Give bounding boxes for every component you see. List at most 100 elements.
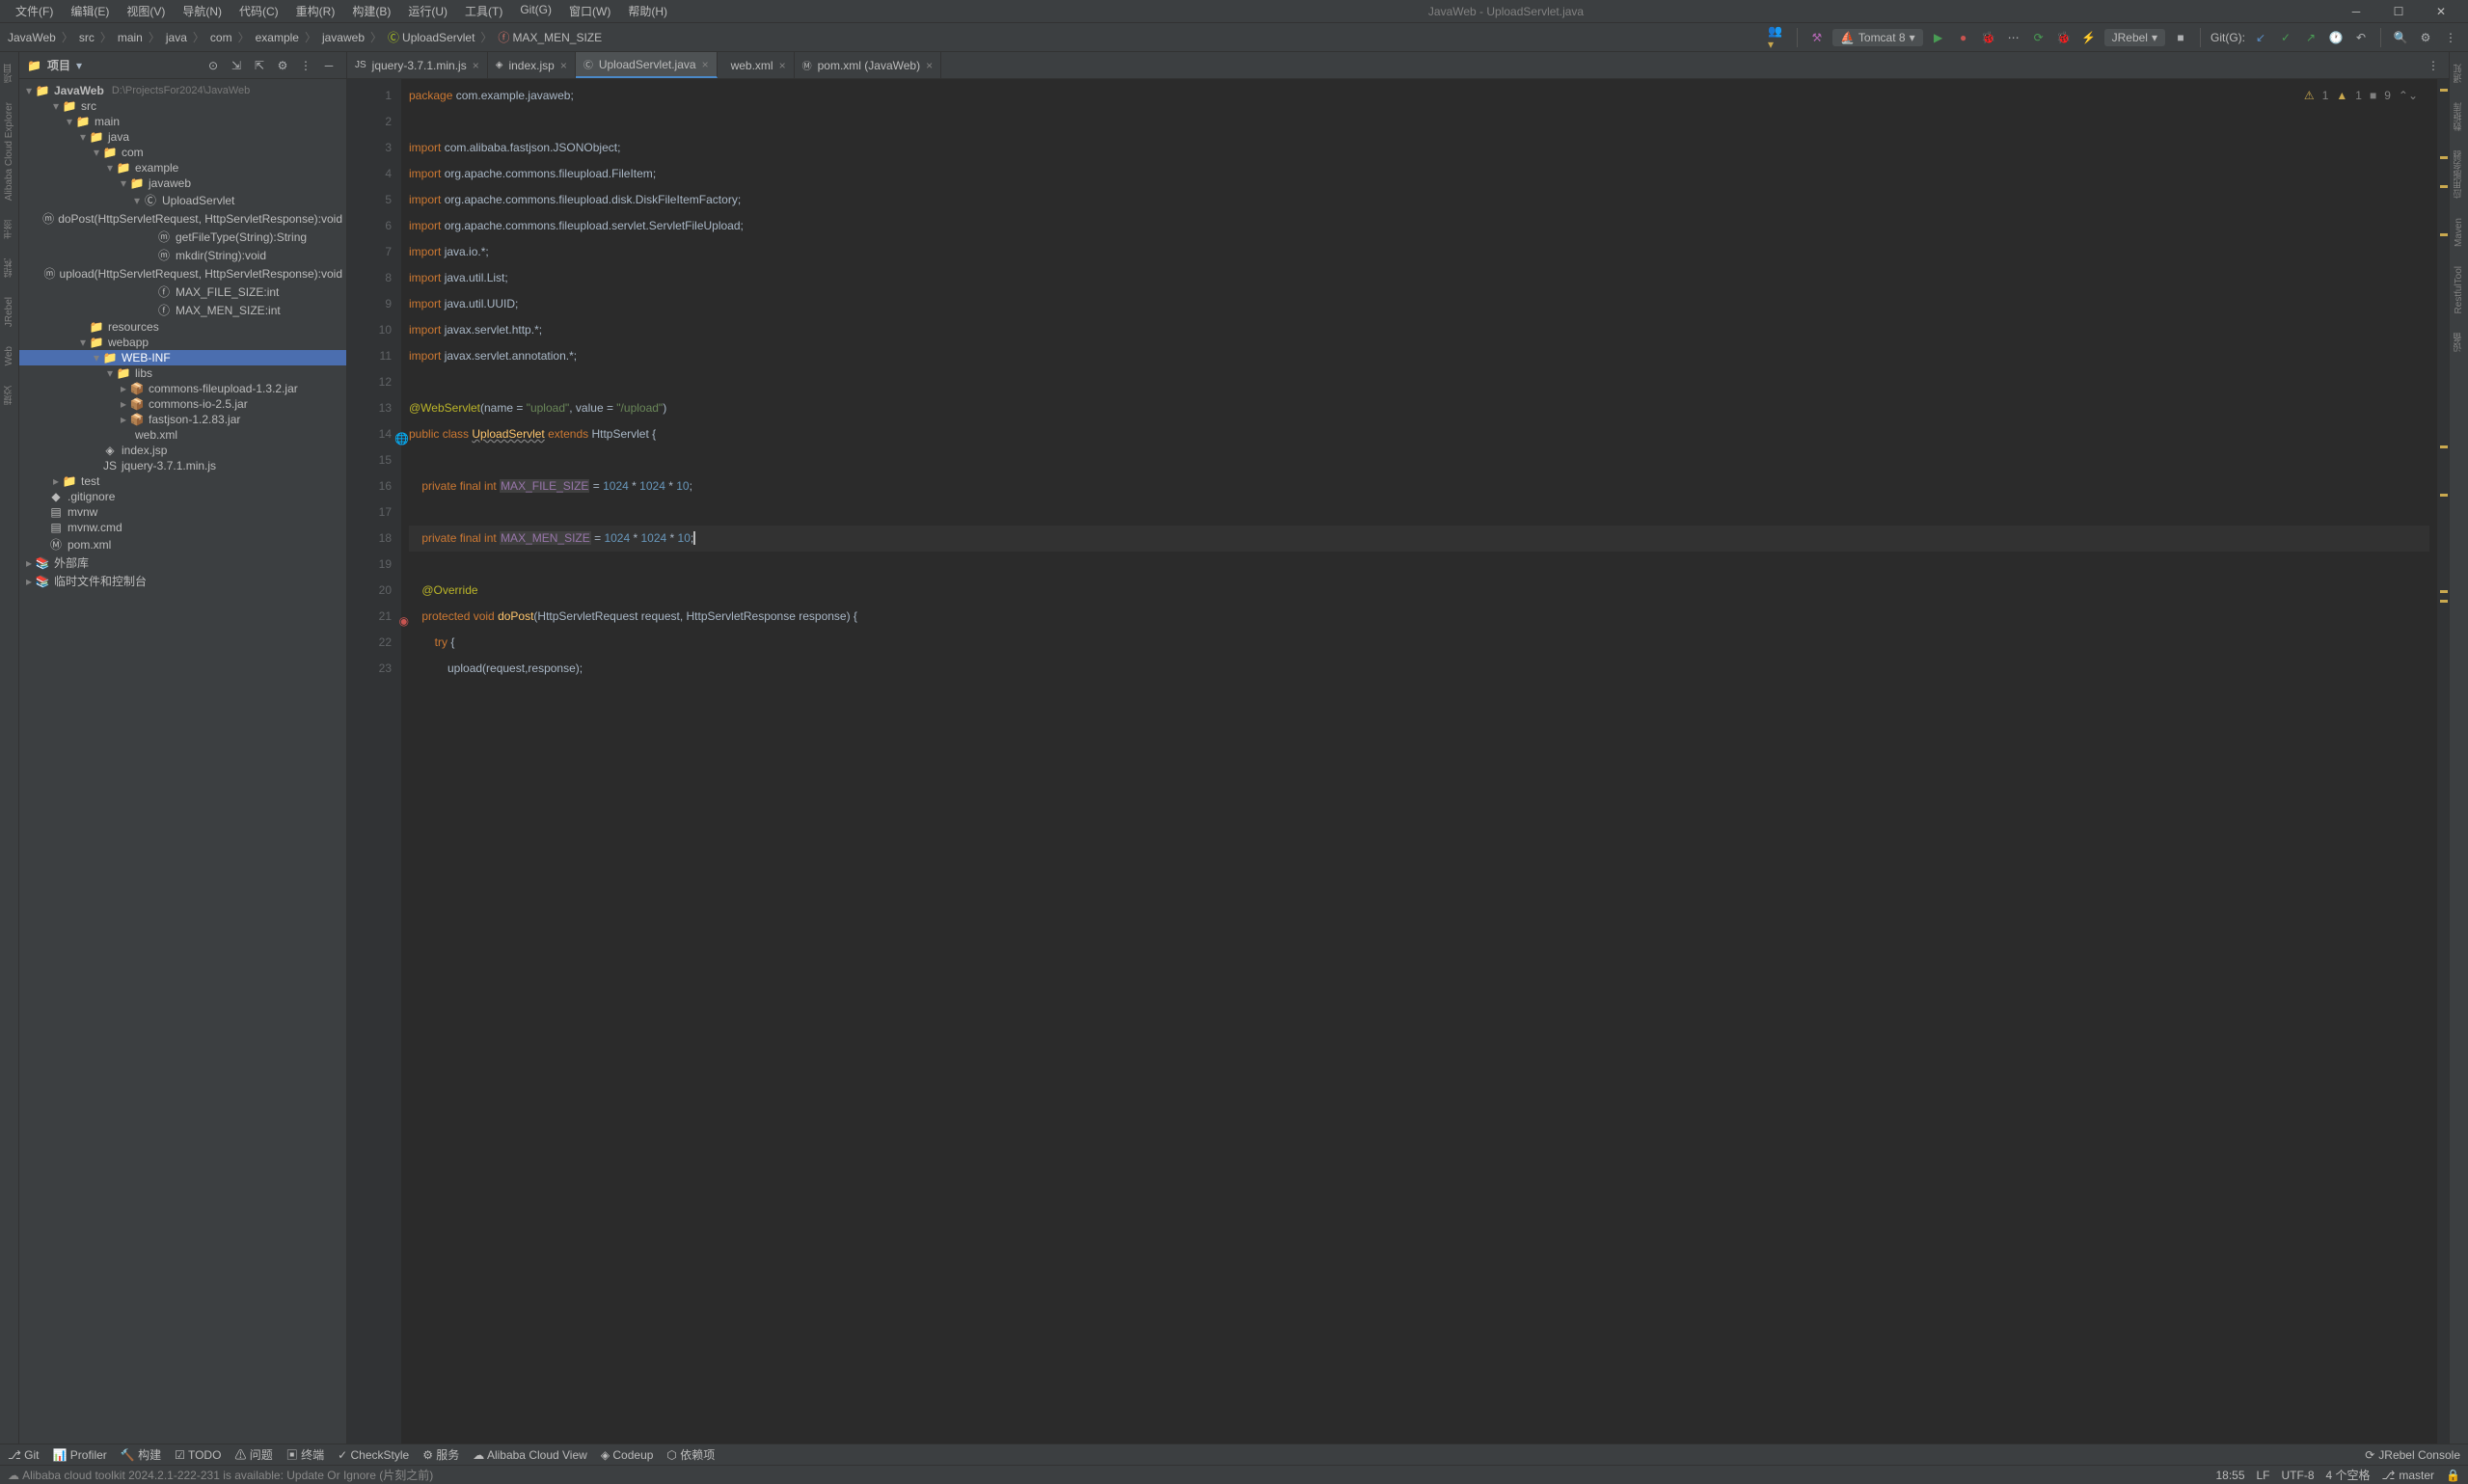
more-run-icon[interactable]: ⋯ — [2004, 28, 2023, 47]
tree-item[interactable]: ⓜgetFileType(String):String — [19, 228, 346, 246]
gutter[interactable]: 1234567891011121314🌐15161718192021◉2223 — [347, 79, 401, 1444]
git-history-icon[interactable]: 🕐 — [2326, 28, 2346, 47]
panel-more-icon[interactable]: ⋮ — [296, 56, 315, 75]
tree-item[interactable]: 📁resources — [19, 319, 346, 335]
bottom-tool-Alibaba Cloud View[interactable]: ☁ Alibaba Cloud View — [473, 1446, 587, 1463]
breadcrumb-item[interactable]: Ⓒ UploadServlet — [388, 29, 475, 45]
tree-item[interactable]: web.xml — [19, 427, 346, 443]
tree-item[interactable]: ▸📦commons-io-2.5.jar — [19, 396, 346, 412]
tree-item[interactable]: JSjquery-3.7.1.min.js — [19, 458, 346, 473]
run-button[interactable]: ▶ — [1929, 28, 1948, 47]
panel-settings-icon[interactable]: ⚙ — [273, 56, 292, 75]
debug-icon[interactable]: 🐞 — [1979, 28, 1998, 47]
expand-all-icon[interactable]: ⇲ — [227, 56, 246, 75]
rail-tab-通知[interactable]: 通知 — [2450, 56, 2468, 91]
menu-编辑(E)[interactable]: 编辑(E) — [63, 0, 117, 22]
git-commit-icon[interactable]: ✓ — [2276, 28, 2295, 47]
breadcrumb-item[interactable]: java — [166, 31, 187, 44]
jrebel-update-icon[interactable]: ⚡ — [2079, 28, 2099, 47]
bottom-tool-CheckStyle[interactable]: ✓ CheckStyle — [338, 1446, 409, 1463]
tab-web.xml[interactable]: web.xml× — [718, 52, 795, 78]
tree-item[interactable]: ⓜmkdir(String):void — [19, 246, 346, 264]
indent-config[interactable]: 4 个空格 — [2326, 1467, 2371, 1483]
tab-pom.xml (JavaWeb)[interactable]: Ⓜpom.xml (JavaWeb)× — [795, 52, 942, 78]
tree-item[interactable]: ◈index.jsp — [19, 443, 346, 458]
tab-jquery-3.7.1.min.js[interactable]: JSjquery-3.7.1.min.js× — [347, 52, 488, 78]
jrebel-debug-icon[interactable]: 🐞 — [2054, 28, 2074, 47]
rail-tab-JRebel[interactable]: JRebel — [2, 289, 16, 335]
tab-UploadServlet.java[interactable]: ⒸUploadServlet.java× — [576, 52, 718, 78]
breadcrumb[interactable]: JavaWeb〉src〉main〉java〉com〉example〉javawe… — [8, 29, 602, 45]
git-push-icon[interactable]: ↗ — [2301, 28, 2320, 47]
rail-tab-RestfulTool[interactable]: RestfulTool — [2452, 258, 2466, 321]
close-tab-icon[interactable]: × — [702, 58, 709, 71]
notification-row[interactable]: ☁ Alibaba cloud toolkit 2024.2.1-222-231… — [0, 1465, 2468, 1484]
tree-item[interactable]: ▾ⒸUploadServlet — [19, 191, 346, 209]
breadcrumb-item[interactable]: JavaWeb — [8, 31, 56, 44]
bottom-tool-构建[interactable]: 🔨 构建 — [121, 1446, 161, 1463]
breadcrumb-item[interactable]: ⓕ MAX_MEN_SIZE — [498, 29, 602, 45]
editor-body[interactable]: 1234567891011121314🌐15161718192021◉2223 … — [347, 79, 2449, 1444]
bottom-tool-问题[interactable]: ⚠ 问题 — [234, 1446, 272, 1463]
git-pull-icon[interactable]: ↙ — [2251, 28, 2270, 47]
tree-item[interactable]: Ⓜpom.xml — [19, 535, 346, 553]
rail-tab-Alibaba Cloud Explorer[interactable]: Alibaba Cloud Explorer — [2, 94, 16, 208]
menu-文件(F)[interactable]: 文件(F) — [8, 0, 61, 22]
code-area[interactable]: ⚠1 ▲1 ■9 ⌃⌄ package com.example.javaweb;… — [401, 79, 2437, 1444]
tree-item[interactable]: ⓕMAX_FILE_SIZE:int — [19, 283, 346, 301]
breadcrumb-item[interactable]: src — [79, 31, 95, 44]
bottom-tool-Profiler[interactable]: 📊 Profiler — [53, 1446, 107, 1463]
menu-视图(V)[interactable]: 视图(V) — [119, 0, 173, 22]
menu-重构(R)[interactable]: 重构(R) — [288, 0, 343, 22]
bottom-tool-Codeup[interactable]: ◈ Codeup — [601, 1446, 654, 1463]
breadcrumb-item[interactable]: main — [118, 31, 143, 44]
git-rollback-icon[interactable]: ↶ — [2351, 28, 2371, 47]
tab-index.jsp[interactable]: ◈index.jsp× — [488, 52, 576, 78]
rail-tab-书签[interactable]: 书签 — [0, 212, 18, 247]
chevron-up-down-icon[interactable]: ⌃⌄ — [2399, 83, 2418, 109]
hammer-icon[interactable]: ⚒ — [1807, 28, 1827, 47]
tree-item[interactable]: ▾📁javaweb — [19, 175, 346, 191]
tree-item[interactable]: ▸📦commons-fileupload-1.3.2.jar — [19, 381, 346, 396]
breadcrumb-item[interactable]: com — [210, 31, 232, 44]
tree-item-external[interactable]: ▸📚外部库 — [19, 553, 346, 572]
tabs-more-icon[interactable]: ⋮ — [2424, 56, 2443, 75]
tree-item[interactable]: ⓜupload(HttpServletRequest, HttpServletR… — [19, 264, 346, 283]
bottom-tool-终端[interactable]: ▣ 终端 — [286, 1446, 324, 1463]
jrebel-console-button[interactable]: ⟳ JRebel Console — [2365, 1448, 2460, 1462]
dropdown-icon[interactable]: ▾ — [76, 59, 82, 72]
tree-item[interactable]: ▾📁src — [19, 98, 346, 114]
rail-tab-数据库[interactable]: 数据库 — [2450, 94, 2468, 139]
rail-tab-项目[interactable]: 项目 — [0, 56, 18, 91]
minimize-button[interactable]: ─ — [2337, 0, 2375, 23]
close-tab-icon[interactable]: × — [560, 59, 567, 72]
menu-窗口(W)[interactable]: 窗口(W) — [561, 0, 618, 22]
tree-root[interactable]: ▾📁JavaWebD:\ProjectsFor2024\JavaWeb — [19, 83, 346, 98]
close-button[interactable]: ✕ — [2422, 0, 2460, 23]
cursor-position[interactable]: 18:55 — [2215, 1469, 2244, 1482]
menu-构建(B)[interactable]: 构建(B) — [344, 0, 398, 22]
lock-icon[interactable]: 🔒 — [2446, 1469, 2460, 1482]
tree-item[interactable]: ▾📁webapp — [19, 335, 346, 350]
project-tree[interactable]: ▾📁JavaWebD:\ProjectsFor2024\JavaWeb▾📁src… — [19, 79, 346, 1444]
stop-icon[interactable]: ● — [1954, 28, 1973, 47]
rail-tab-应用服务器[interactable]: 应用服务器 — [2450, 143, 2468, 206]
rail-tab-结构[interactable]: 结构 — [0, 251, 18, 285]
close-tab-icon[interactable]: × — [779, 59, 786, 72]
inspection-status[interactable]: ⚠1 ▲1 ■9 ⌃⌄ — [2304, 83, 2418, 109]
rail-tab-Web[interactable]: Web — [2, 338, 16, 373]
menu-帮助(H)[interactable]: 帮助(H) — [620, 0, 675, 22]
breadcrumb-item[interactable]: example — [256, 31, 299, 44]
marker-bar[interactable] — [2437, 79, 2449, 1444]
close-tab-icon[interactable]: × — [926, 59, 933, 72]
tree-item-scratches[interactable]: ▸📚临时文件和控制台 — [19, 572, 346, 590]
bottom-tool-TODO[interactable]: ☑ TODO — [175, 1446, 221, 1463]
menu-导航(N)[interactable]: 导航(N) — [175, 0, 230, 22]
stop-button[interactable]: ■ — [2171, 28, 2190, 47]
tree-item[interactable]: ▾📁com — [19, 145, 346, 160]
tree-item[interactable]: ▤mvnw — [19, 504, 346, 520]
tree-item[interactable]: ◆.gitignore — [19, 489, 346, 504]
bottom-tool-服务[interactable]: ⚙ 服务 — [422, 1446, 459, 1463]
close-tab-icon[interactable]: × — [473, 59, 479, 72]
tree-item[interactable]: ▸📁test — [19, 473, 346, 489]
